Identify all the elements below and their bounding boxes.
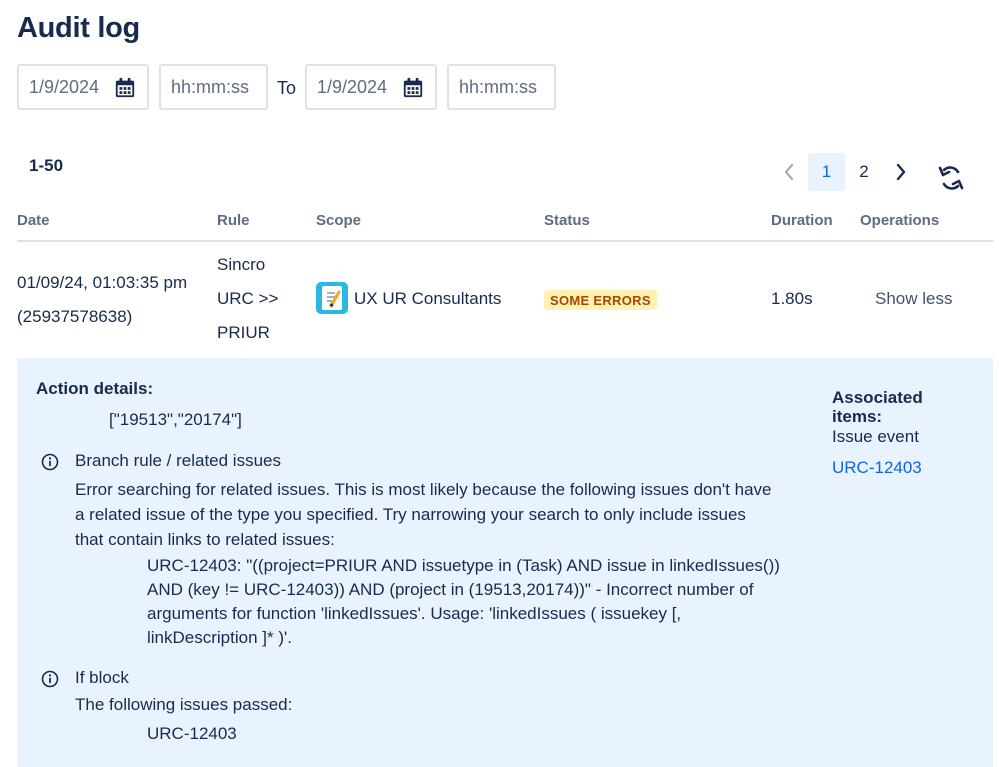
- associated-items-label: Associated items:: [832, 388, 923, 426]
- column-header-rule[interactable]: Rule: [217, 212, 250, 229]
- log-detail-line: linkDescription ]* )'.: [147, 628, 292, 647]
- calendar-icon[interactable]: [402, 77, 424, 99]
- row-rule-line: PRIUR: [217, 323, 270, 342]
- associated-item-type: Issue event: [832, 427, 919, 446]
- log-message-line: that contain links to related issues:: [75, 530, 335, 549]
- page-button-2[interactable]: 2: [847, 153, 881, 191]
- row-scope: UX UR Consultants: [354, 289, 502, 308]
- project-icon: [316, 282, 348, 314]
- action-details-label: Action details:: [36, 379, 154, 398]
- from-time-placeholder: hh:mm:ss: [171, 76, 250, 97]
- page-button-1[interactable]: 1: [808, 153, 845, 191]
- page-title: Audit log: [17, 12, 140, 44]
- log-item-message: The following issues passed:: [75, 695, 293, 714]
- row-date: 01/09/24, 01:03:35 pm (25937578638): [17, 266, 187, 334]
- log-detail-line: AND (key != URC-12403)) AND (project in …: [147, 580, 754, 599]
- chevron-right-icon: [896, 163, 906, 181]
- to-label: To: [277, 78, 297, 98]
- column-header-duration[interactable]: Duration: [771, 212, 833, 229]
- log-item-title: If block: [75, 668, 129, 687]
- refresh-icon[interactable]: [936, 163, 966, 193]
- log-item-detail: URC-12403: "((project=PRIUR AND issuetyp…: [147, 554, 780, 650]
- results-range: 1-50: [29, 156, 64, 175]
- associated-label-line: items:: [832, 407, 883, 426]
- to-time-input[interactable]: hh:mm:ss: [447, 64, 556, 110]
- row-date-id: (25937578638): [17, 307, 133, 326]
- associated-issue-link[interactable]: URC-12403: [832, 458, 922, 478]
- to-time-placeholder: hh:mm:ss: [459, 76, 538, 97]
- row-duration: 1.80s: [771, 289, 813, 308]
- row-rule: Sincro URC >> PRIUR: [217, 248, 278, 350]
- column-header-date[interactable]: Date: [17, 212, 50, 229]
- from-date-value: 1/9/2024: [29, 76, 100, 97]
- status-badge: SOME ERRORS: [544, 290, 657, 310]
- calendar-icon[interactable]: [114, 77, 136, 99]
- from-time-input[interactable]: hh:mm:ss: [159, 64, 268, 110]
- action-details-panel: Action details: ["19513","20174"] Branch…: [17, 358, 993, 767]
- from-date-input[interactable]: 1/9/2024: [17, 64, 149, 110]
- to-date-value: 1/9/2024: [317, 76, 388, 97]
- log-detail-line: arguments for function 'linkedIssues'. U…: [147, 604, 682, 623]
- to-date-input[interactable]: 1/9/2024: [305, 64, 437, 110]
- log-message-line: Error searching for related issues. This…: [75, 480, 772, 499]
- log-detail-line: URC-12403: "((project=PRIUR AND issuetyp…: [147, 556, 780, 575]
- associated-label-line: Associated: [832, 388, 923, 407]
- column-header-status[interactable]: Status: [544, 212, 590, 229]
- log-item-message: Error searching for related issues. This…: [75, 477, 772, 552]
- row-rule-line: Sincro: [217, 255, 266, 274]
- next-page-button[interactable]: [884, 153, 918, 191]
- log-item-title: Branch rule / related issues: [75, 451, 281, 470]
- row-rule-line: URC >>: [217, 289, 279, 308]
- show-less-button[interactable]: Show less: [875, 289, 952, 309]
- column-header-operations: Operations: [860, 212, 940, 229]
- action-details-value: ["19513","20174"]: [109, 410, 242, 429]
- table-header-divider: [17, 240, 993, 242]
- info-icon: [41, 670, 59, 688]
- chevron-left-icon: [784, 163, 794, 181]
- row-date-time: 01/09/24, 01:03:35 pm: [17, 273, 188, 292]
- log-item-detail: URC-12403: [147, 724, 237, 743]
- column-header-scope[interactable]: Scope: [316, 212, 361, 229]
- info-icon: [41, 453, 59, 471]
- previous-page-button[interactable]: [772, 153, 806, 191]
- log-message-line: a related issue of the type you specifie…: [75, 505, 746, 524]
